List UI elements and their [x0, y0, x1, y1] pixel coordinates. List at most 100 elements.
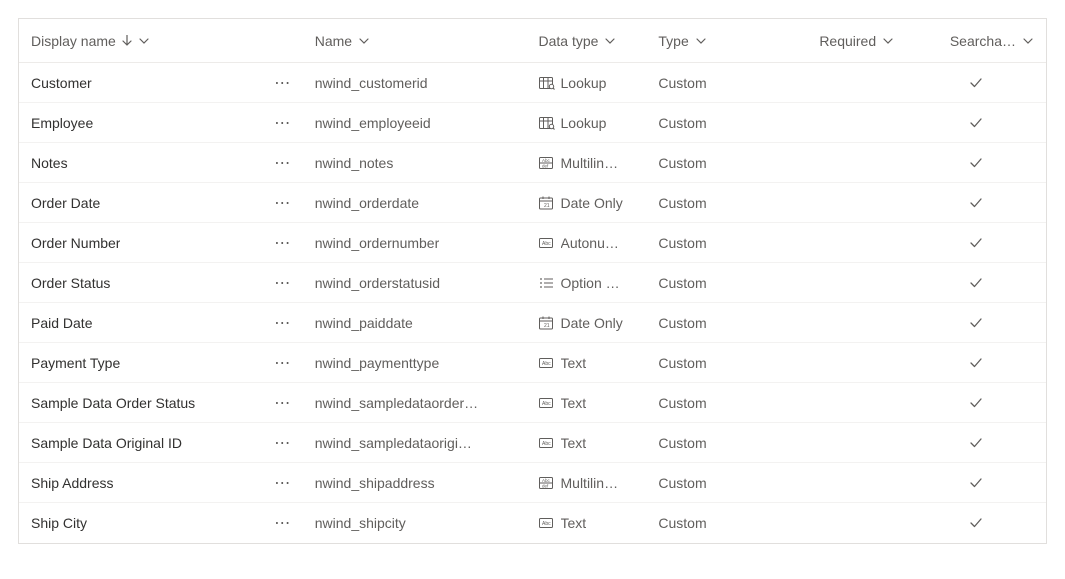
- cell-name: nwind_paiddate: [303, 315, 527, 331]
- type-text: Custom: [658, 195, 706, 211]
- row-actions-button[interactable]: ⋯: [263, 113, 303, 133]
- cell-data-type: Lookup: [527, 115, 647, 131]
- column-header-required[interactable]: Required: [776, 33, 906, 49]
- row-actions-button[interactable]: ⋯: [263, 513, 303, 533]
- cell-type: Custom: [646, 435, 776, 451]
- cell-display-name[interactable]: Payment Type: [19, 355, 263, 371]
- column-header-name[interactable]: Name: [303, 33, 527, 49]
- row-actions-button[interactable]: ⋯: [263, 353, 303, 373]
- cell-display-name[interactable]: Order Status: [19, 275, 263, 291]
- cell-type: Custom: [646, 515, 776, 531]
- date-icon: 21: [539, 316, 555, 330]
- display-name-text: Notes: [31, 155, 68, 171]
- check-icon: [969, 76, 983, 90]
- cell-name: nwind_shipaddress: [303, 475, 527, 491]
- table-row[interactable]: Order Number⋯nwind_ordernumberAbcAutonu……: [19, 223, 1046, 263]
- cell-type: Custom: [646, 315, 776, 331]
- lookup-icon: [539, 76, 555, 90]
- cell-display-name[interactable]: Notes: [19, 155, 263, 171]
- table-row[interactable]: Notes⋯nwind_notesAbcdefMultilin…Custom: [19, 143, 1046, 183]
- row-actions-button[interactable]: ⋯: [263, 433, 303, 453]
- table-row[interactable]: Ship Address ⋯nwind_shipaddressAbcdefMult…: [19, 463, 1046, 503]
- svg-text:def: def: [542, 163, 549, 168]
- check-icon: [969, 116, 983, 130]
- table-row[interactable]: Order Date⋯nwind_orderdate21Date OnlyCus…: [19, 183, 1046, 223]
- column-header-searchable[interactable]: Searcha…: [906, 33, 1046, 49]
- cell-searchable: [906, 516, 1046, 530]
- row-actions-button[interactable]: ⋯: [263, 233, 303, 253]
- row-actions-button[interactable]: ⋯: [263, 73, 303, 93]
- cell-display-name[interactable]: Order Date: [19, 195, 263, 211]
- display-name-text: Ship City: [31, 515, 87, 531]
- check-icon: [969, 316, 983, 330]
- chevron-down-icon: [882, 35, 894, 47]
- cell-display-name[interactable]: Sample Data Original ID: [19, 435, 263, 451]
- cell-name: nwind_paymenttype: [303, 355, 527, 371]
- chevron-down-icon: [358, 35, 370, 47]
- check-icon: [969, 236, 983, 250]
- cell-display-name[interactable]: Sample Data Order Status: [19, 395, 263, 411]
- type-text: Custom: [658, 475, 706, 491]
- column-header-data-type[interactable]: Data type: [527, 33, 647, 49]
- display-name-text: Ship Address: [31, 475, 114, 491]
- cell-data-type: AbcdefMultilin…: [527, 475, 647, 491]
- cell-name: nwind_employeeid: [303, 115, 527, 131]
- row-actions-button[interactable]: ⋯: [263, 473, 303, 493]
- svg-text:21: 21: [544, 323, 550, 329]
- cell-name: nwind_orderstatusid: [303, 275, 527, 291]
- header-label: Required: [819, 33, 876, 49]
- cell-display-name[interactable]: Ship Address: [19, 475, 263, 491]
- data-type-text: Lookup: [561, 75, 607, 91]
- column-header-type[interactable]: Type: [646, 33, 776, 49]
- cell-data-type: Abc Text: [527, 435, 647, 451]
- more-icon: ⋯: [274, 513, 291, 533]
- data-type-text: Option …: [561, 275, 620, 291]
- check-icon: [969, 436, 983, 450]
- cell-searchable: [906, 156, 1046, 170]
- table-row[interactable]: Employee⋯nwind_employeeidLookupCustom: [19, 103, 1046, 143]
- row-actions-button[interactable]: ⋯: [263, 193, 303, 213]
- cell-data-type: Option …: [527, 275, 647, 291]
- svg-text:21: 21: [544, 203, 550, 209]
- column-header-display-name[interactable]: Display name: [19, 33, 263, 49]
- text-icon: Abc: [539, 436, 555, 450]
- cell-display-name[interactable]: Order Number: [19, 235, 263, 251]
- display-name-text: Order Status: [31, 275, 110, 291]
- cell-type: Custom: [646, 355, 776, 371]
- row-actions-button[interactable]: ⋯: [263, 393, 303, 413]
- row-actions-button[interactable]: ⋯: [263, 273, 303, 293]
- table-row[interactable]: Payment Type⋯nwind_paymenttypeAbcTextCus…: [19, 343, 1046, 383]
- sort-arrow-down-icon: [122, 35, 132, 47]
- table-row[interactable]: Sample Data Original ID⋯nwind_sampledata…: [19, 423, 1046, 463]
- check-icon: [969, 356, 983, 370]
- cell-display-name[interactable]: Customer: [19, 75, 263, 91]
- data-type-text: Text: [561, 355, 587, 371]
- chevron-down-icon: [1022, 35, 1034, 47]
- cell-display-name[interactable]: Ship City: [19, 515, 263, 531]
- cell-searchable: [906, 76, 1046, 90]
- table-row[interactable]: Paid Date⋯nwind_paiddate21Date OnlyCusto…: [19, 303, 1046, 343]
- table-row[interactable]: Customer⋯nwind_customeridLookupCustom: [19, 63, 1046, 103]
- cell-display-name[interactable]: Paid Date: [19, 315, 263, 331]
- text-icon: Abc: [539, 516, 555, 530]
- cell-name: nwind_orderdate: [303, 195, 527, 211]
- chevron-down-icon: [604, 35, 616, 47]
- check-icon: [969, 276, 983, 290]
- header-row: Display name Name Data type Type: [19, 19, 1046, 63]
- data-type-text: Lookup: [561, 115, 607, 131]
- table-row[interactable]: Ship City⋯nwind_shipcityAbcTextCustom: [19, 503, 1046, 543]
- type-text: Custom: [658, 235, 706, 251]
- display-name-text: Order Date: [31, 195, 100, 211]
- cell-type: Custom: [646, 195, 776, 211]
- svg-text:Abc: Abc: [542, 401, 551, 407]
- table-row[interactable]: Order Status ⋯nwind_orderstatusid Option ……: [19, 263, 1046, 303]
- table-row[interactable]: Sample Data Order Status⋯nwind_sampledat…: [19, 383, 1046, 423]
- cell-name: nwind_customerid: [303, 75, 527, 91]
- data-type-text: Text: [561, 435, 587, 451]
- header-label: Type: [658, 33, 688, 49]
- row-actions-button[interactable]: ⋯: [263, 313, 303, 333]
- cell-display-name[interactable]: Employee: [19, 115, 263, 131]
- check-icon: [969, 476, 983, 490]
- row-actions-button[interactable]: ⋯: [263, 153, 303, 173]
- display-name-text: Customer: [31, 75, 92, 91]
